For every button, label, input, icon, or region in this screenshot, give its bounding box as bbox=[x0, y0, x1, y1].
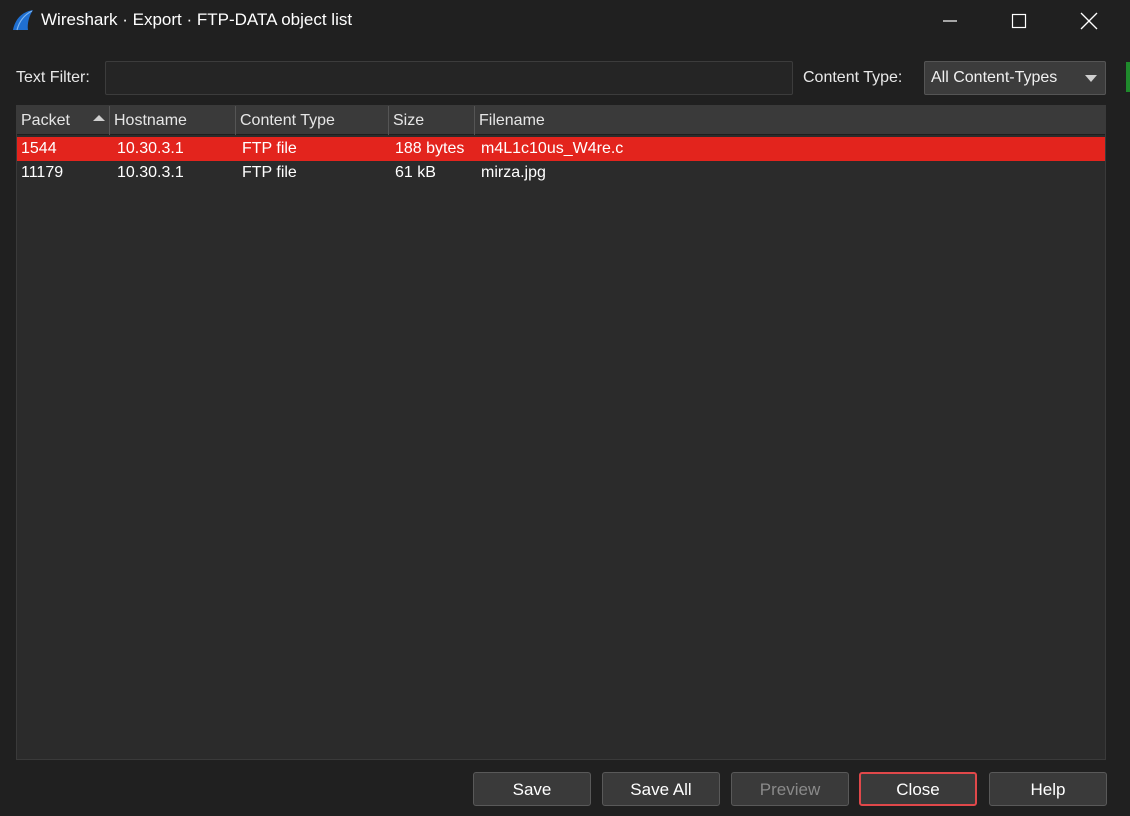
cell-content-type: FTP file bbox=[242, 140, 297, 157]
table-row[interactable]: 11179 10.30.3.1 FTP file 61 kB mirza.jpg bbox=[17, 161, 1105, 185]
minimize-button[interactable] bbox=[927, 0, 973, 42]
column-header-label: Filename bbox=[479, 112, 545, 129]
cell-hostname: 10.30.3.1 bbox=[117, 140, 184, 157]
cell-content-type: FTP file bbox=[242, 164, 297, 181]
column-header-label: Content Type bbox=[240, 112, 335, 129]
close-window-button[interactable] bbox=[1066, 0, 1112, 42]
column-header-label: Size bbox=[393, 112, 425, 129]
object-list-table[interactable]: Packet Hostname Content Type Size Filena… bbox=[16, 105, 1106, 760]
table-header: Packet Hostname Content Type Size Filena… bbox=[17, 106, 1105, 135]
column-header-label: Hostname bbox=[114, 112, 187, 129]
help-button[interactable]: Help bbox=[989, 772, 1107, 806]
text-filter-input[interactable] bbox=[105, 61, 793, 95]
maximize-icon bbox=[1011, 13, 1027, 29]
title-bar: Wireshark · Export · FTP-DATA object lis… bbox=[0, 0, 1130, 42]
cell-size: 188 bytes bbox=[395, 140, 465, 157]
maximize-button[interactable] bbox=[996, 0, 1042, 42]
cell-filename: m4L1c10us_W4re.c bbox=[481, 140, 624, 157]
minimize-icon bbox=[943, 20, 957, 22]
cell-filename: mirza.jpg bbox=[481, 164, 546, 181]
column-header-size[interactable]: Size bbox=[389, 106, 475, 135]
content-type-label: Content Type: bbox=[803, 69, 903, 86]
save-all-button[interactable]: Save All bbox=[602, 772, 720, 806]
close-button[interactable]: Close bbox=[859, 772, 977, 806]
text-filter-label: Text Filter: bbox=[16, 69, 90, 86]
table-row[interactable]: 1544 10.30.3.1 FTP file 188 bytes m4L1c1… bbox=[17, 137, 1105, 161]
cell-hostname: 10.30.3.1 bbox=[117, 164, 184, 181]
content-type-value: All Content-Types bbox=[931, 69, 1058, 86]
chevron-down-icon bbox=[1085, 75, 1097, 82]
preview-button[interactable]: Preview bbox=[731, 772, 849, 806]
close-icon bbox=[1080, 12, 1098, 30]
cell-packet: 11179 bbox=[21, 164, 64, 181]
cell-packet: 1544 bbox=[21, 140, 57, 157]
content-type-select[interactable]: All Content-Types bbox=[924, 61, 1106, 95]
column-header-content-type[interactable]: Content Type bbox=[236, 106, 389, 135]
column-header-label: Packet bbox=[21, 112, 70, 129]
column-header-filename[interactable]: Filename bbox=[475, 106, 1105, 135]
background-window-edge bbox=[1126, 62, 1130, 92]
save-button[interactable]: Save bbox=[473, 772, 591, 806]
wireshark-fin-icon bbox=[13, 10, 33, 31]
sort-ascending-icon bbox=[93, 115, 105, 121]
cell-size: 61 kB bbox=[395, 164, 436, 181]
column-header-packet[interactable]: Packet bbox=[17, 106, 110, 135]
column-header-hostname[interactable]: Hostname bbox=[110, 106, 236, 135]
window-title: Wireshark · Export · FTP-DATA object lis… bbox=[41, 10, 353, 29]
